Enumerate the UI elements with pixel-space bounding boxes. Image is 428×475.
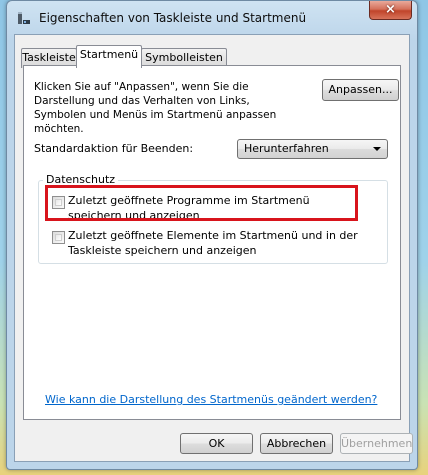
power-action-value: Herunterfahren	[244, 142, 329, 155]
close-icon: ×	[385, 2, 396, 17]
dialog-client-area: Taskleiste Startmenü Symbolleisten Klick…	[14, 34, 413, 462]
tab-startmenu[interactable]: Startmenü	[76, 45, 142, 68]
customize-button[interactable]: Anpassen...	[322, 79, 399, 101]
chevron-down-icon	[373, 147, 381, 151]
recent-items-checkbox[interactable]	[52, 231, 65, 244]
customize-description: Klicken Sie auf "Anpassen", wenn Sie die…	[34, 81, 277, 135]
power-action-select[interactable]: Herunterfahren	[237, 139, 388, 159]
highlight-annotation	[45, 185, 358, 221]
power-action-label: Standardaktion für Beenden:	[34, 142, 194, 155]
taskbar-properties-icon	[18, 12, 30, 24]
help-link[interactable]: Wie kann die Darstellung des Startmenüs …	[45, 393, 377, 406]
close-button[interactable]: ×	[369, 1, 412, 20]
recent-items-label[interactable]: Zuletzt geöffnete Elemente im Startmenü …	[68, 228, 386, 258]
ok-button[interactable]: OK	[180, 433, 253, 454]
properties-dialog: Eigenschaften von Taskleiste und Startme…	[6, 0, 418, 470]
apply-button[interactable]: Übernehmen	[340, 433, 413, 454]
window-title: Eigenschaften von Taskleiste und Startme…	[39, 11, 307, 25]
title-bar[interactable]: Eigenschaften von Taskleiste und Startme…	[7, 1, 417, 35]
cancel-button[interactable]: Abbrechen	[260, 433, 333, 454]
